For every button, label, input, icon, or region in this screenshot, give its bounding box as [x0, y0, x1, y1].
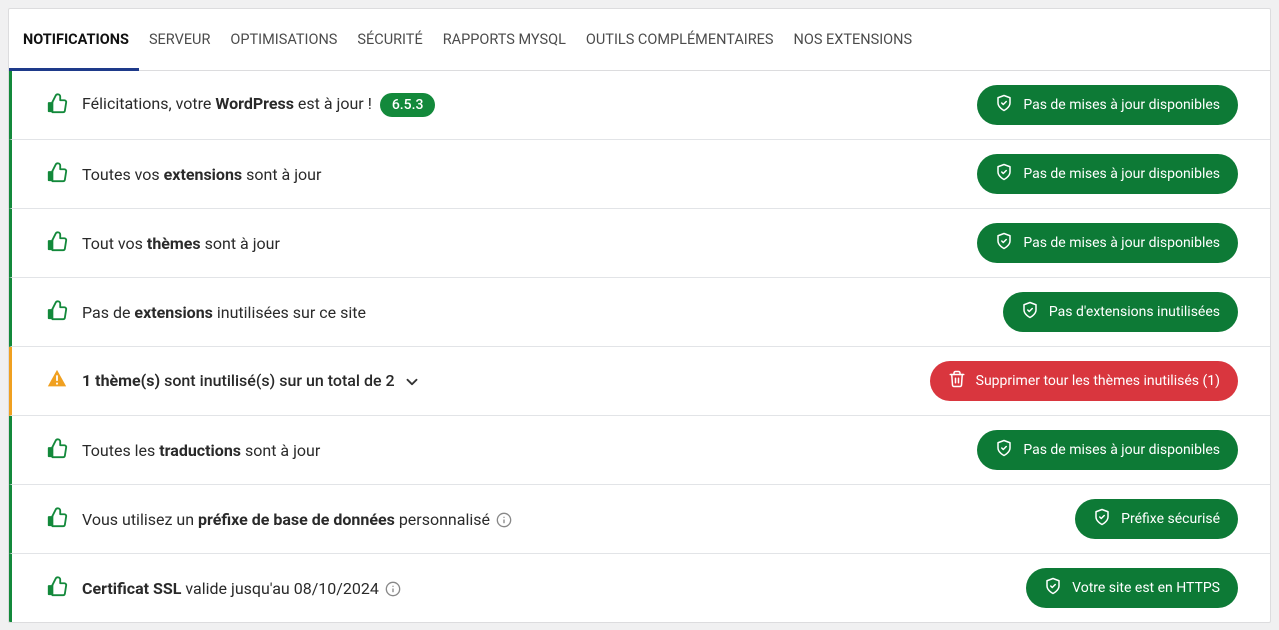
row-message: Pas de extensions inutilisées sur ce sit… [82, 303, 366, 322]
warning-icon [46, 368, 68, 394]
tab-outils-compl-mentaires[interactable]: OUTILS COMPLÉMENTAIRES [576, 9, 784, 70]
trash-icon [948, 370, 966, 392]
status-pill: Pas d'extensions inutilisées [1003, 292, 1238, 332]
shield-check-icon [995, 439, 1013, 461]
notification-list: Félicitations, votre WordPress est à jou… [9, 71, 1270, 622]
shield-check-icon [995, 94, 1013, 116]
row-message: Tout vos thèmes sont à jour [82, 234, 280, 253]
status-pill: Pas de mises à jour disponibles [977, 223, 1238, 263]
notification-row: Vous utilisez un préfixe de base de donn… [9, 485, 1270, 554]
shield-check-icon [1044, 577, 1062, 599]
notification-row: Tout vos thèmes sont à jour Pas de mises … [9, 209, 1270, 278]
tab-optimisations[interactable]: OPTIMISATIONS [220, 9, 347, 70]
row-left: Certificat SSL valide jusqu'au 08/10/202… [12, 575, 401, 601]
chevron-down-icon[interactable] [403, 373, 421, 391]
notifications-panel: NOTIFICATIONSSERVEUROPTIMISATIONSSÉCURIT… [8, 8, 1271, 623]
version-badge: 6.5.3 [380, 93, 436, 117]
pill-label: Pas d'extensions inutilisées [1049, 304, 1220, 320]
notification-row: Félicitations, votre WordPress est à jou… [9, 71, 1270, 140]
row-left: Pas de extensions inutilisées sur ce sit… [12, 299, 366, 325]
pill-label: Votre site est en HTTPS [1072, 580, 1220, 596]
row-left: Tout vos thèmes sont à jour [12, 230, 280, 256]
row-left: Félicitations, votre WordPress est à jou… [12, 92, 435, 118]
notification-row: Toutes les traductions sont à jour Pas de… [9, 416, 1270, 485]
thumbs-up-icon [46, 299, 68, 325]
row-left: Toutes vos extensions sont à jour [12, 161, 321, 187]
notification-row: 1 thème(s) sont inutilisé(s) sur un tota… [9, 347, 1270, 416]
thumbs-up-icon [46, 575, 68, 601]
pill-label: Pas de mises à jour disponibles [1023, 166, 1220, 182]
notification-row: Certificat SSL valide jusqu'au 08/10/202… [9, 554, 1270, 622]
shield-check-icon [995, 163, 1013, 185]
notification-row: Toutes vos extensions sont à jour Pas de … [9, 140, 1270, 209]
tab-serveur[interactable]: SERVEUR [139, 9, 220, 70]
delete-unused-button[interactable]: Supprimer tour les thèmes inutilisés (1) [930, 361, 1238, 401]
status-pill: Pas de mises à jour disponibles [977, 430, 1238, 470]
tab-notifications[interactable]: NOTIFICATIONS [9, 9, 139, 70]
pill-label: Préfixe sécurisé [1121, 511, 1220, 527]
thumbs-up-icon [46, 92, 68, 118]
pill-label: Pas de mises à jour disponibles [1023, 235, 1220, 251]
shield-check-icon [1021, 301, 1039, 323]
notification-row: Pas de extensions inutilisées sur ce sit… [9, 278, 1270, 347]
row-message: Toutes vos extensions sont à jour [82, 165, 321, 184]
row-message: 1 thème(s) sont inutilisé(s) sur un tota… [82, 371, 421, 391]
pill-label: Pas de mises à jour disponibles [1023, 442, 1220, 458]
shield-check-icon [995, 232, 1013, 254]
tab-nos-extensions[interactable]: NOS EXTENSIONS [784, 9, 923, 70]
row-message: Félicitations, votre WordPress est à jou… [82, 93, 435, 117]
tab-s-curit-[interactable]: SÉCURITÉ [347, 9, 432, 70]
tab-bar: NOTIFICATIONSSERVEUROPTIMISATIONSSÉCURIT… [9, 9, 1270, 71]
thumbs-up-icon [46, 161, 68, 187]
status-pill: Votre site est en HTTPS [1026, 568, 1238, 608]
info-icon[interactable] [385, 581, 401, 597]
row-left: Vous utilisez un préfixe de base de donn… [12, 506, 512, 532]
row-message: Certificat SSL valide jusqu'au 08/10/202… [82, 579, 401, 598]
row-left: Toutes les traductions sont à jour [12, 437, 320, 463]
thumbs-up-icon [46, 437, 68, 463]
thumbs-up-icon [46, 506, 68, 532]
row-message: Toutes les traductions sont à jour [82, 441, 320, 460]
info-icon[interactable] [496, 512, 512, 528]
status-pill: Préfixe sécurisé [1075, 499, 1238, 539]
status-pill: Pas de mises à jour disponibles [977, 85, 1238, 125]
pill-label: Supprimer tour les thèmes inutilisés (1) [976, 373, 1220, 389]
status-pill: Pas de mises à jour disponibles [977, 154, 1238, 194]
row-message: Vous utilisez un préfixe de base de donn… [82, 510, 512, 529]
thumbs-up-icon [46, 230, 68, 256]
tab-rapports-mysql[interactable]: RAPPORTS MYSQL [433, 9, 576, 70]
shield-check-icon [1093, 508, 1111, 530]
row-left: 1 thème(s) sont inutilisé(s) sur un tota… [12, 368, 421, 394]
pill-label: Pas de mises à jour disponibles [1023, 97, 1220, 113]
